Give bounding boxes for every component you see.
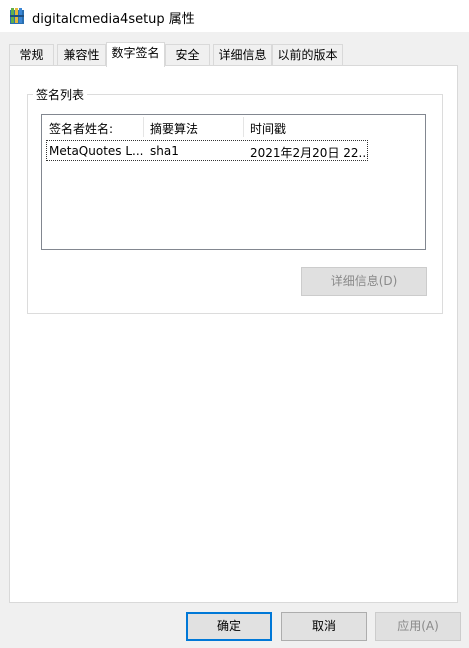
- column-separator[interactable]: [243, 117, 244, 137]
- tab-compatibility[interactable]: 兼容性: [57, 44, 106, 65]
- digest-cell: sha1: [150, 144, 179, 158]
- tab-general[interactable]: 常规: [9, 44, 54, 65]
- signature-list-label: 签名列表: [33, 86, 88, 103]
- signer-cell: MetaQuotes L...: [49, 144, 144, 158]
- cancel-button[interactable]: 取消: [281, 612, 367, 641]
- ok-button[interactable]: 确定: [186, 612, 272, 641]
- timestamp-cell: 2021年2月20日 22...: [250, 146, 368, 160]
- apply-button[interactable]: 应用(A): [375, 612, 461, 641]
- tab-previous-versions[interactable]: 以前的版本: [272, 44, 343, 65]
- signature-listview[interactable]: 签名者姓名: 摘要算法 时间戳 MetaQuotes L... sha1 202…: [41, 114, 426, 250]
- tab-details[interactable]: 详细信息: [213, 44, 272, 65]
- column-header-digest[interactable]: 摘要算法: [150, 120, 198, 137]
- details-button[interactable]: 详细信息(D): [301, 267, 427, 296]
- tab-digital-signatures[interactable]: 数字签名: [106, 42, 165, 67]
- signature-row[interactable]: MetaQuotes L... sha1 2021年2月20日 22...: [46, 140, 368, 161]
- tab-strip: 常规 兼容性 数字签名 安全 详细信息 以前的版本: [0, 42, 469, 67]
- setup-package-icon: [9, 7, 25, 25]
- window-title: digitalcmedia4setup 属性: [32, 12, 195, 27]
- title-bar: digitalcmedia4setup 属性: [0, 0, 469, 32]
- column-header-timestamp[interactable]: 时间戳: [250, 120, 286, 137]
- tab-security[interactable]: 安全: [165, 44, 210, 65]
- column-separator[interactable]: [143, 117, 144, 137]
- column-header-signer[interactable]: 签名者姓名:: [49, 120, 113, 137]
